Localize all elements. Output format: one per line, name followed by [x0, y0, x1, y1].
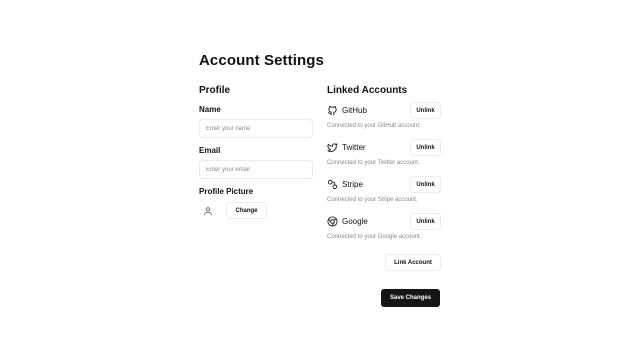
- page-title: Account Settings: [199, 52, 324, 69]
- link-account-row: Link Account: [327, 254, 441, 271]
- profile-section: Profile Name Email Profile Picture Chang…: [199, 84, 313, 220]
- linked-account-google: Google Unlink Connected to your Google a…: [327, 213, 441, 250]
- account-description-stripe: Connected to your Stripe account.: [327, 197, 418, 203]
- profile-heading: Profile: [199, 85, 231, 96]
- email-label: Email: [199, 146, 221, 155]
- profile-picture-row: Change: [199, 201, 313, 220]
- account-description-google: Connected to your Google account.: [327, 234, 422, 240]
- user-icon: [202, 205, 214, 217]
- unlink-github-button[interactable]: Unlink: [410, 102, 441, 119]
- linked-accounts-heading: Linked Accounts: [327, 85, 408, 96]
- link-account-button[interactable]: Link Account: [385, 254, 441, 271]
- linked-account-twitter: Twitter Unlink Connected to your Twitter…: [327, 139, 441, 176]
- unlink-google-button[interactable]: Unlink: [410, 213, 441, 230]
- change-picture-button[interactable]: Change: [226, 202, 267, 219]
- unlink-twitter-button[interactable]: Unlink: [410, 139, 441, 156]
- account-name-stripe: Stripe: [342, 180, 363, 189]
- save-changes-button[interactable]: Save Changes: [381, 289, 440, 307]
- unlink-stripe-button[interactable]: Unlink: [410, 176, 441, 193]
- linked-account-stripe: Stripe Unlink Connected to your Stripe a…: [327, 176, 441, 213]
- account-description-github: Connected to your GitHub account.: [327, 123, 421, 129]
- linked-accounts-list: GitHub Unlink Connected to your GitHub a…: [327, 102, 441, 250]
- account-name-twitter: Twitter: [342, 143, 366, 152]
- account-name-google: Google: [342, 217, 368, 226]
- github-icon: [327, 105, 338, 116]
- account-settings-card: Account Settings Profile Name Email Prof…: [199, 51, 441, 307]
- chrome-icon: [327, 216, 338, 227]
- save-row: Save Changes: [381, 286, 440, 307]
- twitter-icon: [327, 142, 338, 153]
- linked-accounts-section: Linked Accounts GitHub Unlink Connected …: [327, 84, 441, 271]
- email-input[interactable]: [199, 160, 313, 179]
- name-input[interactable]: [199, 119, 313, 138]
- profile-picture-label: Profile Picture: [199, 187, 254, 196]
- linked-account-github: GitHub Unlink Connected to your GitHub a…: [327, 102, 441, 139]
- account-name-github: GitHub: [342, 106, 367, 115]
- name-label: Name: [199, 105, 221, 114]
- account-description-twitter: Connected to your Twitter account.: [327, 160, 420, 166]
- stripe-icon: [327, 179, 338, 190]
